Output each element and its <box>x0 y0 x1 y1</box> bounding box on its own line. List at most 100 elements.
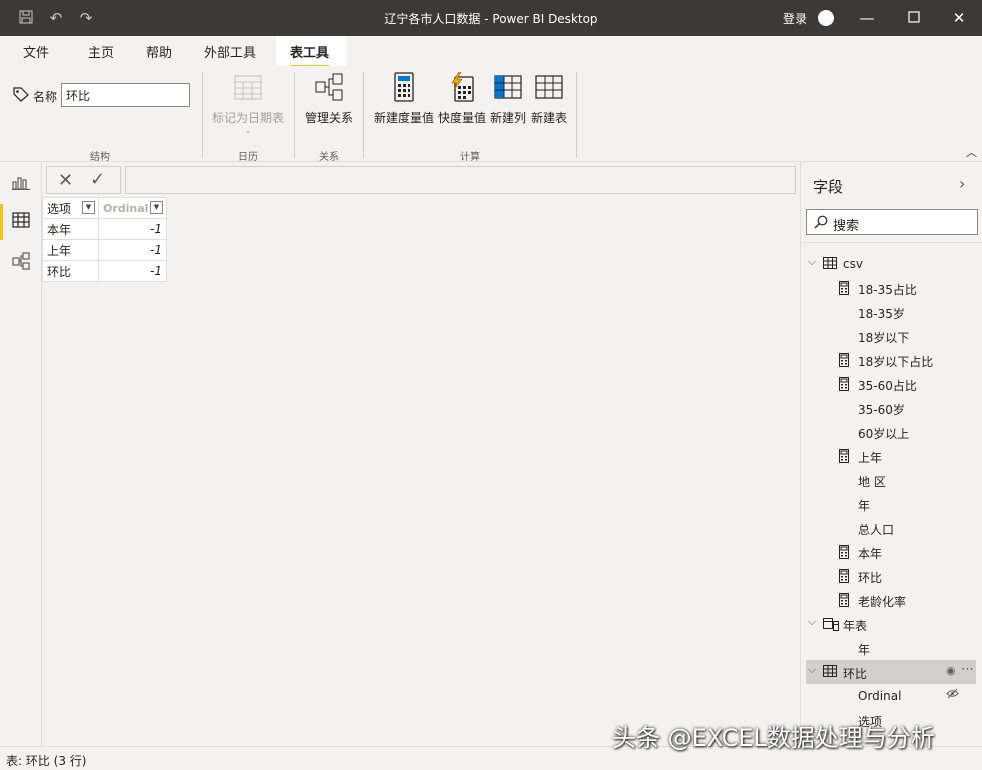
column-header-label: Ordinal <box>103 201 149 215</box>
field-item[interactable]: 老龄化率 <box>801 588 982 612</box>
filter-dropdown-icon[interactable]: ▼ <box>150 201 163 214</box>
relationships-icon <box>302 72 356 105</box>
avatar[interactable] <box>818 10 834 26</box>
field-label: 总人口 <box>858 523 895 537</box>
field-table-item[interactable]: ⌵ 年表 <box>801 612 982 636</box>
field-item[interactable]: 地 区 <box>801 468 982 492</box>
field-label: 上年 <box>858 451 883 465</box>
maximize-icon[interactable] <box>904 8 924 28</box>
field-item[interactable]: Ordinal <box>801 684 982 708</box>
field-item[interactable]: 18-35岁 <box>801 300 982 324</box>
field-table-item[interactable]: ⌵ 环比 ◉ ⋯ <box>806 660 976 684</box>
field-label: 60岁以上 <box>858 427 910 441</box>
table-cell[interactable]: -1 <box>98 260 167 282</box>
chevron-down-icon[interactable]: ⌵ <box>808 615 816 629</box>
field-label: 18岁以下占比 <box>858 355 934 369</box>
new-column-icon <box>488 72 528 105</box>
field-item[interactable]: 年 <box>801 636 982 660</box>
commit-formula-icon[interactable]: ✓ <box>90 169 105 190</box>
minimize-icon[interactable]: — <box>857 8 877 28</box>
chevron-down-icon[interactable]: ⌵ <box>808 663 816 677</box>
field-item[interactable]: 上年 <box>801 444 982 468</box>
manage-relationships-button[interactable]: 管理关系 <box>302 72 356 126</box>
field-label: 年表 <box>843 619 868 633</box>
hidden-eye-icon[interactable] <box>946 688 959 702</box>
column-header-ordinal[interactable]: Ordinal ▼ <box>98 197 167 219</box>
name-label: 名称 <box>33 90 58 104</box>
field-label: 35-60岁 <box>858 403 905 417</box>
model-diagram-icon <box>12 252 30 273</box>
more-options-icon[interactable]: ⋯ <box>961 662 974 677</box>
field-label: 年 <box>858 499 871 513</box>
new-measure-label: 新建度量值 <box>373 111 434 125</box>
model-view-button[interactable] <box>0 242 42 278</box>
field-label: 年 <box>858 643 871 657</box>
table-icon <box>823 257 837 272</box>
table-cell[interactable]: 环比 <box>42 260 99 282</box>
group-label-calculations: 计算 <box>460 152 480 163</box>
field-item[interactable]: 35-60岁 <box>801 396 982 420</box>
cancel-formula-icon[interactable]: ✕ <box>58 170 73 191</box>
calendar-table-icon <box>210 72 286 105</box>
field-label: 18-35岁 <box>858 307 905 321</box>
chevron-right-icon[interactable]: › <box>959 174 965 193</box>
table-row: 环比 -1 <box>42 260 167 282</box>
field-label: csv <box>843 257 863 271</box>
field-table-item[interactable]: ⌵ csv <box>801 252 982 276</box>
calculator-icon <box>839 281 849 298</box>
close-icon[interactable]: ✕ <box>949 8 969 28</box>
table-name-input[interactable] <box>61 83 190 107</box>
tab-table-tools[interactable]: 表工具 <box>290 42 330 68</box>
calculator-icon <box>372 72 436 105</box>
field-item[interactable]: 18岁以下占比 <box>801 348 982 372</box>
table-row: 上年 -1 <box>42 239 167 261</box>
field-item[interactable]: 60岁以上 <box>801 420 982 444</box>
field-label: 环比 <box>858 571 883 585</box>
new-table-label: 新建表 <box>530 111 567 125</box>
table-cell[interactable]: 本年 <box>42 218 99 240</box>
report-view-button[interactable] <box>0 164 42 200</box>
new-table-icon <box>529 72 569 105</box>
formula-input[interactable] <box>125 166 796 194</box>
new-table-button[interactable]: 新建表 <box>529 72 569 126</box>
tab-help[interactable]: 帮助 <box>146 42 172 61</box>
manage-relationships-label: 管理关系 <box>304 111 353 125</box>
field-label: 18岁以下 <box>858 331 910 345</box>
calculator-icon <box>839 569 849 586</box>
field-item[interactable]: 总人口 <box>801 516 982 540</box>
status-text: 表: 环比 (3 行) <box>6 754 87 768</box>
new-column-button[interactable]: 新建列 <box>488 72 528 126</box>
fields-pane: 字段 › 搜索 ⌵ csv 18-35占比 18-35岁 18岁以下 18岁以下占比 35-… <box>800 162 982 746</box>
chevron-down-icon: ⌄ <box>244 126 252 136</box>
divider <box>801 242 982 243</box>
field-item[interactable]: 18-35占比 <box>801 276 982 300</box>
field-item[interactable]: 18岁以下 <box>801 324 982 348</box>
chevron-down-icon[interactable]: ⌵ <box>808 255 816 269</box>
login-link[interactable]: 登录 <box>783 10 807 27</box>
group-label-calendar: 日历 <box>238 152 258 163</box>
quick-measure-button[interactable]: 快度量值 <box>437 71 487 126</box>
field-item[interactable]: 年 <box>801 492 982 516</box>
column-header-options[interactable]: 选项 ▼ <box>42 197 99 219</box>
table-cell[interactable]: 上年 <box>42 239 99 261</box>
collapse-ribbon-icon[interactable]: ︿ <box>966 144 977 160</box>
mark-as-date-table-button[interactable]: 标记为日期表 ⌄ <box>210 72 286 136</box>
fields-pane-title: 字段 <box>813 178 844 196</box>
search-icon <box>814 215 828 232</box>
new-measure-button[interactable]: 新建度量值 <box>372 72 436 126</box>
tab-home[interactable]: 主页 <box>88 42 114 61</box>
field-item[interactable]: 本年 <box>801 540 982 564</box>
field-item[interactable]: 35-60占比 <box>801 372 982 396</box>
table-cell[interactable]: -1 <box>98 239 167 261</box>
calculator-icon <box>839 545 849 562</box>
eye-icon[interactable]: ◉ <box>946 664 956 677</box>
table-grid-icon <box>12 212 30 231</box>
tab-file[interactable]: 文件 <box>23 42 49 61</box>
data-view-button[interactable] <box>0 200 42 240</box>
table-cell[interactable]: -1 <box>98 218 167 240</box>
calculator-icon <box>839 353 849 370</box>
filter-dropdown-icon[interactable]: ▼ <box>82 201 95 214</box>
field-item[interactable]: 环比 <box>801 564 982 588</box>
tab-external-tools[interactable]: 外部工具 <box>204 42 256 61</box>
fields-search-input[interactable]: 搜索 <box>806 209 978 235</box>
